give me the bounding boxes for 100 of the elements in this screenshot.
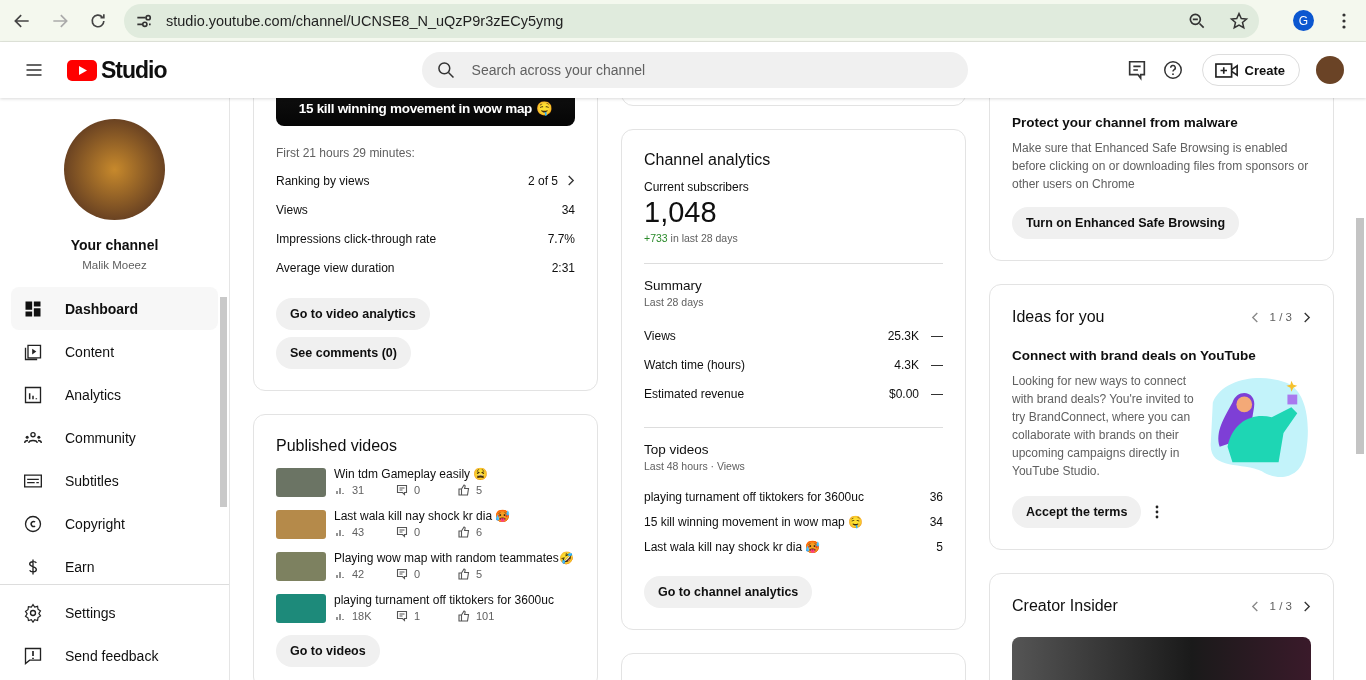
- thumbs-up-icon: [458, 484, 470, 496]
- video-thumbnail[interactable]: [276, 552, 326, 581]
- card-title: Creator Insider: [1012, 597, 1118, 615]
- views-count: 43: [352, 526, 365, 538]
- metric-label: Estimated revenue: [644, 386, 745, 401]
- nav-item[interactable]: Content: [11, 330, 218, 373]
- address-bar[interactable]: studio.youtube.com/channel/UCNSE8_N_uQzP9r3zECy5ymg: [124, 3, 1259, 38]
- metric-value: 4.3K: [894, 357, 919, 372]
- video-thumbnail[interactable]: [276, 468, 326, 497]
- channel-title: Your channel: [70, 237, 159, 253]
- nav-item[interactable]: Copyright: [11, 502, 218, 545]
- chevron-left-icon[interactable]: [1250, 310, 1260, 324]
- nav-item[interactable]: Analytics: [11, 373, 218, 416]
- video-thumbnail[interactable]: [276, 510, 326, 539]
- more-options-icon[interactable]: [1155, 505, 1160, 519]
- section-period: Last 28 days: [644, 296, 705, 308]
- action-button[interactable]: Go to videos: [276, 635, 380, 667]
- trend-indicator: —: [931, 328, 943, 343]
- pager-text: 1 / 3: [1269, 311, 1292, 323]
- nav-item[interactable]: Send feedback: [11, 634, 218, 677]
- comment-icon: [396, 610, 408, 622]
- nav-item[interactable]: Settings: [11, 591, 218, 634]
- views-count: 36: [929, 489, 943, 504]
- metric-label: Watch time (hours): [644, 357, 745, 372]
- comments-count: 0: [414, 484, 421, 496]
- views-count: 5: [936, 539, 943, 554]
- help-icon[interactable]: [1161, 59, 1184, 81]
- search-bar[interactable]: Search across your channel: [421, 52, 968, 88]
- idea-description: Looking for new ways to connect with brand deals? You're invited to try BrandConnect, where you can collaborate with brands on their upcoming campaigns directly in YouTube Studio.: [1012, 373, 1195, 480]
- video-title[interactable]: 15 kill winning movement in wow map 🤤: [644, 514, 864, 529]
- account-avatar[interactable]: [1316, 56, 1344, 84]
- pager-text: 1 / 3: [1269, 600, 1292, 612]
- card-title: Ideas for you: [1012, 308, 1105, 326]
- chevron-right-icon[interactable]: [566, 174, 575, 187]
- comment-icon: [396, 484, 408, 496]
- action-button[interactable]: Go to channel analytics: [644, 576, 813, 608]
- card-title: Published videos: [276, 437, 398, 455]
- nav-item[interactable]: Dashboard: [11, 287, 218, 330]
- subscribers-change: +733 in last 28 days: [644, 232, 739, 244]
- views-count: 31: [352, 484, 365, 496]
- nav-item[interactable]: Community: [11, 416, 218, 459]
- stat-value: 7.7%: [547, 231, 575, 246]
- stat-value: 2 of 5: [527, 173, 558, 188]
- search-icon: [435, 60, 456, 80]
- settings-icon: [23, 602, 43, 623]
- video-title[interactable]: Playing wow map with random teammates🤣: [334, 551, 574, 565]
- thumbs-up-icon: [458, 568, 470, 580]
- channel-name: Malik Moeez: [82, 259, 147, 271]
- chevron-left-icon[interactable]: [1250, 599, 1260, 613]
- likes-count: 5: [476, 484, 483, 496]
- stat-value: 34: [561, 202, 575, 217]
- video-title: 15 kill winning movement in wow map 🤤: [298, 100, 553, 116]
- video-title[interactable]: Last wala kill nay shock kr dia 🥵: [334, 509, 520, 523]
- comments-count: 0: [414, 568, 421, 580]
- action-button[interactable]: Turn on Enhanced Safe Browsing: [1012, 207, 1240, 239]
- card-title: Protect your channel from malware: [1012, 115, 1239, 130]
- menu-icon[interactable]: [1342, 12, 1346, 29]
- create-button[interactable]: Create: [1201, 54, 1300, 86]
- views-count: 42: [352, 568, 365, 580]
- stat-label: Ranking by views: [276, 173, 370, 188]
- action-button[interactable]: See comments (0): [276, 337, 411, 369]
- action-button[interactable]: Go to video analytics: [276, 298, 430, 330]
- url-text: studio.youtube.com/channel/UCNSE8_N_uQzP9r3zECy5ymg: [166, 12, 564, 29]
- views-count: 18K: [352, 610, 372, 622]
- play-logo-icon: [67, 59, 97, 81]
- chevron-right-icon[interactable]: [1302, 310, 1311, 324]
- action-button[interactable]: Accept the terms: [1012, 496, 1142, 528]
- star-icon[interactable]: [1229, 10, 1249, 31]
- video-title[interactable]: playing turnament off tiktokers for 3600uc: [334, 593, 554, 607]
- comments-count: 1: [414, 610, 421, 622]
- profile-avatar[interactable]: G: [1293, 10, 1314, 31]
- metric-label: Views: [644, 328, 676, 343]
- comments-count: 0: [414, 526, 421, 538]
- trend-indicator: —: [931, 386, 943, 401]
- comment-icon: [396, 568, 408, 580]
- period-label: First 21 hours 29 minutes:: [276, 146, 416, 160]
- section-title: Top videos: [644, 442, 710, 457]
- video-title[interactable]: Win tdm Gameplay easily 😫: [334, 467, 520, 481]
- nav-item[interactable]: Earn: [11, 545, 218, 588]
- idea-title: Connect with brand deals on YouTube: [1012, 348, 1257, 363]
- search-input[interactable]: Search across your channel: [469, 61, 954, 79]
- subscribers-count: 1,048: [644, 196, 718, 229]
- video-thumbnail[interactable]: 15 kill winning movement in wow map 🤤: [276, 98, 575, 126]
- scrollbar[interactable]: [1356, 218, 1364, 454]
- logo-text: Studio: [101, 56, 167, 84]
- stat-label: Impressions click-through rate: [276, 231, 437, 246]
- section-period: Last 48 hours · Views: [644, 460, 746, 472]
- likes-count: 6: [476, 526, 483, 538]
- nav-item[interactable]: Subtitles: [11, 459, 218, 502]
- video-title[interactable]: Last wala kill nay shock kr dia 🥵: [644, 539, 821, 554]
- scrollbar[interactable]: [220, 297, 227, 507]
- add-video-icon: [1214, 61, 1239, 79]
- metric-value: 25.3K: [887, 328, 919, 343]
- chevron-right-icon[interactable]: [1302, 599, 1311, 613]
- video-thumbnail[interactable]: [276, 594, 326, 623]
- video-title[interactable]: playing turnament off tiktokers for 3600uc: [644, 489, 864, 504]
- stat-label: Average view duration: [276, 260, 395, 275]
- likes-count: 5: [476, 568, 483, 580]
- feedback-icon: [23, 645, 43, 666]
- copyright-icon: [23, 513, 43, 534]
